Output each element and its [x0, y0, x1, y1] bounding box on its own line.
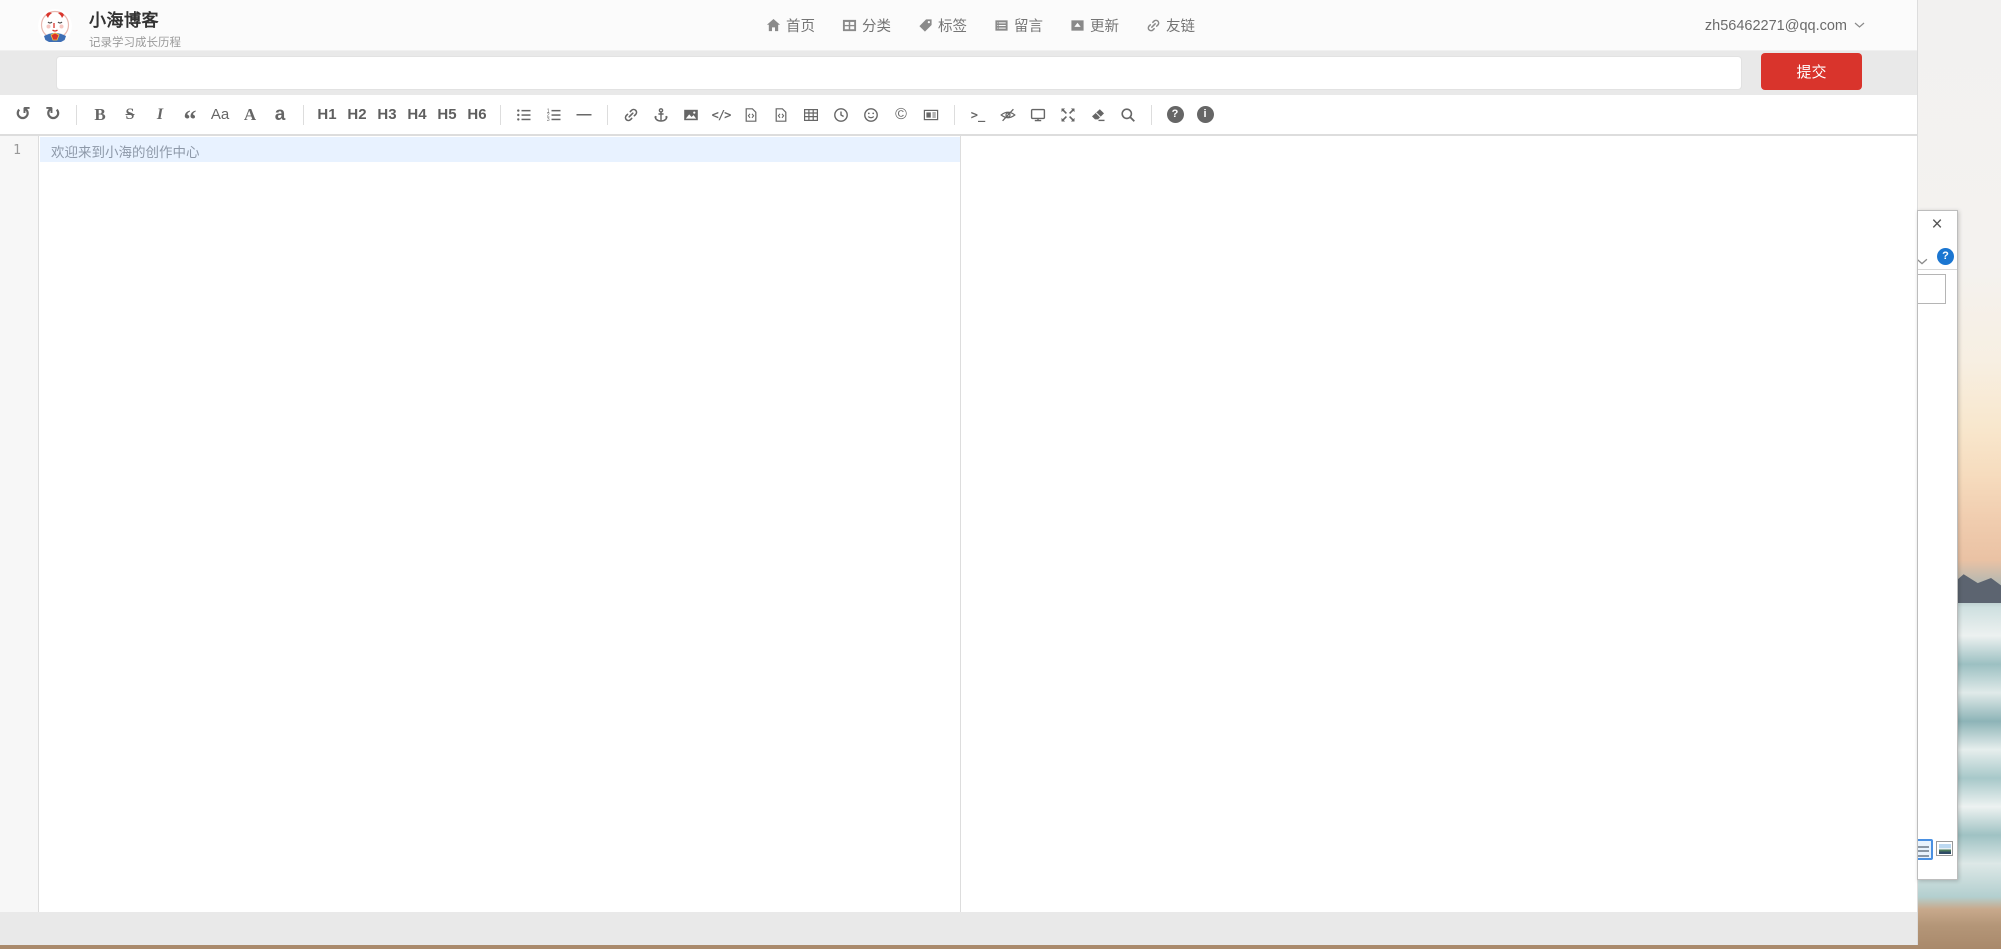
site-title: 小海博客 — [89, 6, 181, 31]
watch-icon[interactable] — [997, 102, 1020, 128]
dashed-list-icon[interactable] — [1917, 839, 1933, 860]
page: 小海博客 记录学习成长历程 首页 分类 标签 留言 更新 友链 zh56462271@qq… — [0, 0, 2001, 949]
site-logo-avatar[interactable] — [38, 9, 72, 43]
info-icon[interactable]: i — [1194, 102, 1217, 128]
avatar-cartoon-icon — [38, 9, 72, 43]
header: 小海博客 记录学习成长历程 首页 分类 标签 留言 更新 友链 zh56462271@qq… — [0, 0, 1917, 51]
h1-icon[interactable]: H1 — [316, 102, 339, 128]
post-title-input[interactable] — [56, 56, 1742, 90]
account-email: zh56462271@qq.com — [1705, 18, 1847, 34]
h6-icon[interactable]: H6 — [466, 102, 489, 128]
nav-item-label: 更新 — [1090, 15, 1119, 36]
content-column: 小海博客 记录学习成长历程 首页 分类 标签 留言 更新 友链 zh56462271@qq… — [0, 0, 1918, 945]
link-icon — [1146, 18, 1161, 33]
link-icon[interactable] — [620, 102, 643, 128]
toolbar-divider — [954, 105, 955, 125]
quote-icon[interactable]: “ — [179, 102, 202, 128]
goto-line-icon[interactable]: >_ — [967, 102, 990, 128]
code-block-icon[interactable] — [770, 102, 793, 128]
tag-icon — [918, 18, 933, 33]
grid-icon — [842, 18, 857, 33]
nav-item-label: 留言 — [1014, 15, 1043, 36]
home-icon — [766, 18, 781, 33]
nav-item-categories[interactable]: 分类 — [842, 15, 891, 36]
emoji-icon[interactable] — [860, 102, 883, 128]
nav-item-tags[interactable]: 标签 — [918, 15, 967, 36]
preview-icon[interactable] — [1027, 102, 1050, 128]
redo-icon[interactable]: ↻ — [42, 102, 65, 128]
editor-toolbar: ↺ ↻ BSI “ Aa Aa H1 H2 H3 H4 H5 H6 123 — </> © >_? i — [0, 95, 1917, 135]
site-subtitle: 记录学习成长历程 — [89, 34, 181, 50]
popup-divider — [1918, 269, 1957, 270]
chevron-down-icon[interactable] — [1917, 253, 1928, 261]
account-menu[interactable]: zh56462271@qq.com — [1705, 0, 1865, 51]
image-thumbnail-icon[interactable] — [1936, 841, 1953, 856]
clear-icon[interactable] — [1087, 102, 1110, 128]
footer-strip — [0, 912, 1917, 945]
svg-text:3: 3 — [547, 117, 550, 123]
undo-icon[interactable]: ↺ — [12, 102, 35, 128]
markdown-editor: 1 欢迎来到小海的创作中心 — [0, 135, 1917, 912]
toolbar-divider — [76, 105, 77, 125]
italic-icon[interactable]: I — [149, 102, 172, 128]
line-number-gutter: 1 — [0, 136, 39, 912]
search-icon[interactable] — [1117, 102, 1140, 128]
list-ol-icon[interactable]: 123 — [543, 102, 566, 128]
close-icon[interactable]: × — [1928, 216, 1946, 234]
list-ul-icon[interactable] — [513, 102, 536, 128]
html-entities-icon[interactable]: © — [890, 102, 913, 128]
uppercase-icon[interactable]: A — [239, 102, 262, 128]
lowercase-icon[interactable]: a — [269, 102, 292, 128]
h3-icon[interactable]: H3 — [376, 102, 399, 128]
nav-item-label: 首页 — [786, 15, 815, 36]
toolbar-divider — [500, 105, 501, 125]
fullscreen-icon[interactable] — [1057, 102, 1080, 128]
chevron-down-icon — [1854, 22, 1865, 29]
editor-content-text[interactable]: 欢迎来到小海的创作中心 — [51, 141, 200, 161]
preview-pane — [961, 136, 1917, 912]
h2-icon[interactable]: H2 — [346, 102, 369, 128]
side-popup-panel: × ? — [1917, 210, 1958, 880]
nav-item-label: 分类 — [862, 15, 891, 36]
popup-toolbar-row: ? — [1918, 245, 1957, 269]
h5-icon[interactable]: H5 — [436, 102, 459, 128]
nav-item-updates[interactable]: 更新 — [1070, 15, 1119, 36]
help-circle-icon[interactable]: ? — [1937, 248, 1954, 265]
toolbar-divider — [1151, 105, 1152, 125]
preformatted-text-icon[interactable] — [740, 102, 763, 128]
anchor-icon[interactable] — [650, 102, 673, 128]
submit-button[interactable]: 提交 — [1761, 53, 1862, 90]
help-icon[interactable]: ? — [1164, 102, 1187, 128]
popup-input-box[interactable] — [1917, 274, 1946, 304]
nav-item-messages[interactable]: 留言 — [994, 15, 1043, 36]
toolbar-divider — [607, 105, 608, 125]
board-icon — [994, 18, 1009, 33]
hr-icon[interactable]: — — [573, 102, 596, 128]
h4-icon[interactable]: H4 — [406, 102, 429, 128]
code-icon[interactable]: </> — [710, 102, 733, 128]
nav-item-home[interactable]: 首页 — [766, 15, 815, 36]
nav-item-label: 友链 — [1166, 15, 1195, 36]
caret-up-square-icon — [1070, 18, 1085, 33]
table-icon[interactable] — [800, 102, 823, 128]
main-nav: 首页 分类 标签 留言 更新 友链 — [766, 0, 1195, 51]
brand: 小海博客 记录学习成长历程 — [89, 6, 181, 50]
strikethrough-icon[interactable]: S — [119, 102, 142, 128]
post-title-row: 提交 — [0, 51, 1917, 95]
nav-item-friend-links[interactable]: 友链 — [1146, 15, 1195, 36]
bold-icon[interactable]: B — [89, 102, 112, 128]
ucwords-icon[interactable]: Aa — [209, 102, 232, 128]
pagebreak-icon[interactable] — [920, 102, 943, 128]
toolbar-divider — [303, 105, 304, 125]
nav-item-label: 标签 — [938, 15, 967, 36]
line-number: 1 — [0, 143, 38, 158]
image-icon[interactable] — [680, 102, 703, 128]
datetime-icon[interactable] — [830, 102, 853, 128]
